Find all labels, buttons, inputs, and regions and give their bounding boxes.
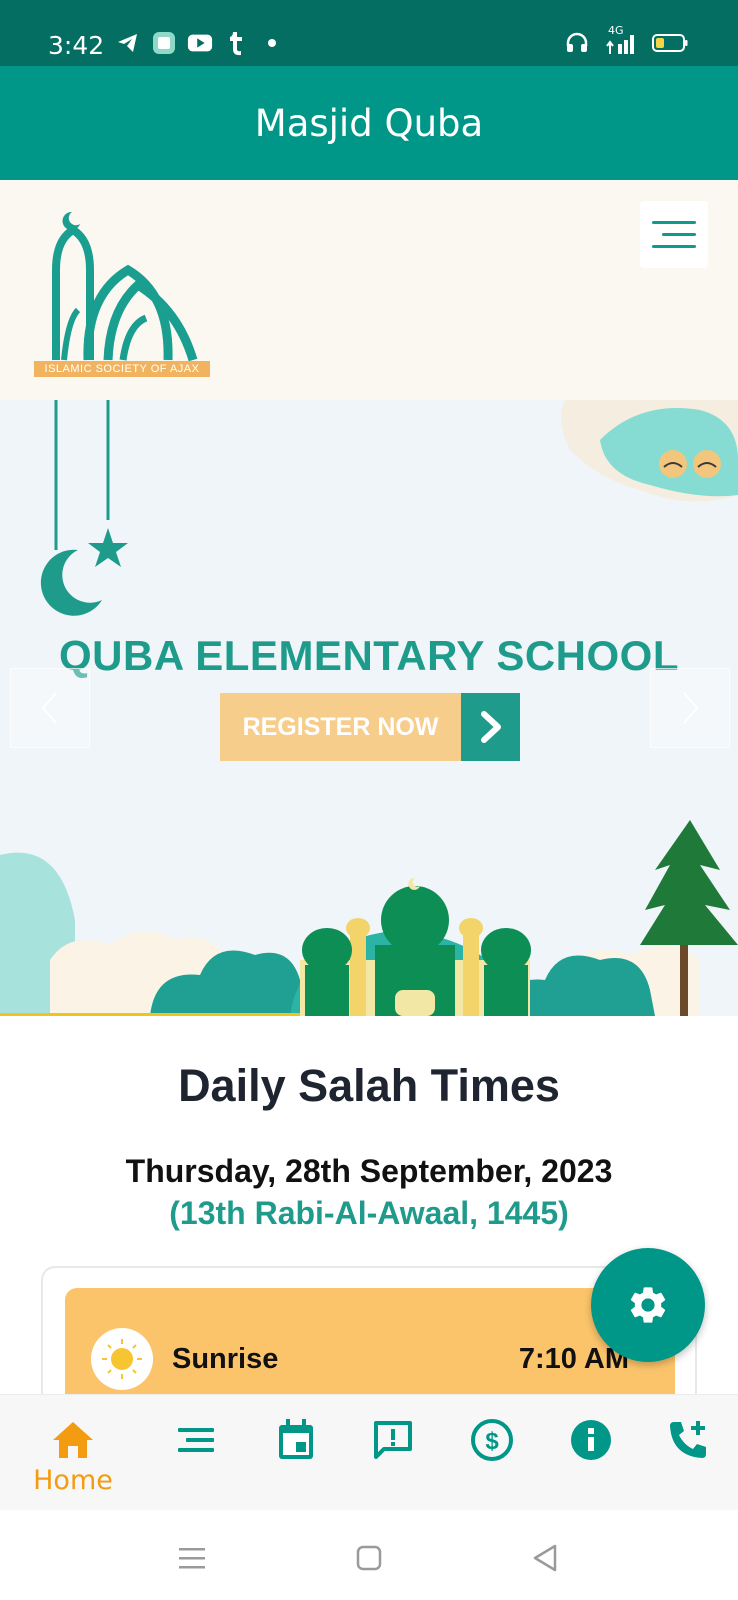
nav-menu[interactable] [151, 1395, 241, 1511]
nav-home[interactable]: Home [28, 1395, 118, 1511]
salah-row-sunrise: Sunrise 7:10 AM [65, 1288, 675, 1408]
system-back-button[interactable] [525, 1538, 565, 1578]
info-icon [568, 1417, 614, 1463]
hijri-date: (13th Rabi-Al-Awaal, 1445) [169, 1195, 569, 1231]
app-bar: Masjid Quba [0, 66, 738, 180]
system-status-icons: 4G [564, 24, 688, 56]
tumblr-icon [223, 30, 249, 56]
chevron-left-icon [41, 692, 57, 724]
carousel-dot[interactable] [693, 450, 721, 478]
logo-text: ISLAMIC SOCIETY OF AJAX [34, 361, 210, 377]
bottom-navigation: Home $ [0, 1394, 738, 1510]
app-icon [151, 30, 177, 56]
nav-donate[interactable]: $ [447, 1395, 537, 1511]
carousel-next-button[interactable] [650, 668, 730, 748]
salah-section-title: Daily Salah Times [178, 1060, 560, 1111]
headset-icon [564, 30, 590, 56]
battery-icon [652, 30, 688, 56]
hamburger-menu-icon [652, 221, 696, 224]
society-logo[interactable]: ISLAMIC SOCIETY OF AJAX [28, 200, 218, 382]
app-title: Masjid Quba [254, 101, 484, 145]
nav-home-label: Home [33, 1465, 113, 1496]
menu-icon [173, 1417, 219, 1463]
nav-info[interactable] [546, 1395, 636, 1511]
back-icon [533, 1544, 557, 1572]
status-bar: 3:42 4G [0, 0, 738, 66]
nav-calendar[interactable] [251, 1395, 341, 1511]
banner-progress-line [0, 1013, 300, 1016]
register-now-label: REGISTER NOW [220, 693, 461, 761]
status-time: 3:42 [48, 31, 105, 60]
home-square-icon [356, 1545, 382, 1571]
carousel-prev-button[interactable] [10, 668, 90, 748]
donate-dollar-icon: $ [469, 1417, 515, 1463]
chevron-right-icon [461, 693, 520, 761]
chevron-right-icon [683, 692, 699, 724]
salah-row-label: Sunrise [172, 1343, 279, 1375]
hero-banner[interactable]: QUBA ELEMENTARY SCHOOL REGISTER NOW [0, 400, 738, 1016]
home-icon [50, 1417, 96, 1463]
telegram-icon [115, 30, 141, 56]
notification-icons [115, 30, 285, 56]
system-navigation-bar [0, 1510, 738, 1600]
carousel-dots [659, 450, 721, 478]
youtube-icon [187, 30, 213, 56]
sun-icon [91, 1328, 153, 1390]
svg-text:$: $ [485, 1428, 499, 1455]
phone-add-icon [665, 1417, 711, 1463]
site-header: ISLAMIC SOCIETY OF AJAX [0, 180, 738, 400]
nav-contact[interactable] [643, 1395, 733, 1511]
banner-title: QUBA ELEMENTARY SCHOOL [58, 632, 680, 679]
system-home-button[interactable] [349, 1538, 389, 1578]
recent-apps-icon [179, 1548, 205, 1569]
nav-feedback[interactable] [348, 1395, 438, 1511]
calendar-icon [273, 1417, 319, 1463]
carousel-dot[interactable] [659, 450, 687, 478]
network-label: 4G [608, 24, 624, 37]
feedback-icon [370, 1417, 416, 1463]
settings-fab[interactable] [591, 1248, 705, 1362]
register-now-button[interactable]: REGISTER NOW [220, 693, 520, 761]
dot-icon [259, 30, 285, 56]
gear-icon [630, 1287, 666, 1323]
gregorian-date: Thursday, 28th September, 2023 [125, 1153, 613, 1189]
recent-apps-button[interactable] [172, 1538, 212, 1578]
hamburger-menu-button[interactable] [640, 201, 708, 268]
signal-icon: 4G [604, 24, 638, 56]
